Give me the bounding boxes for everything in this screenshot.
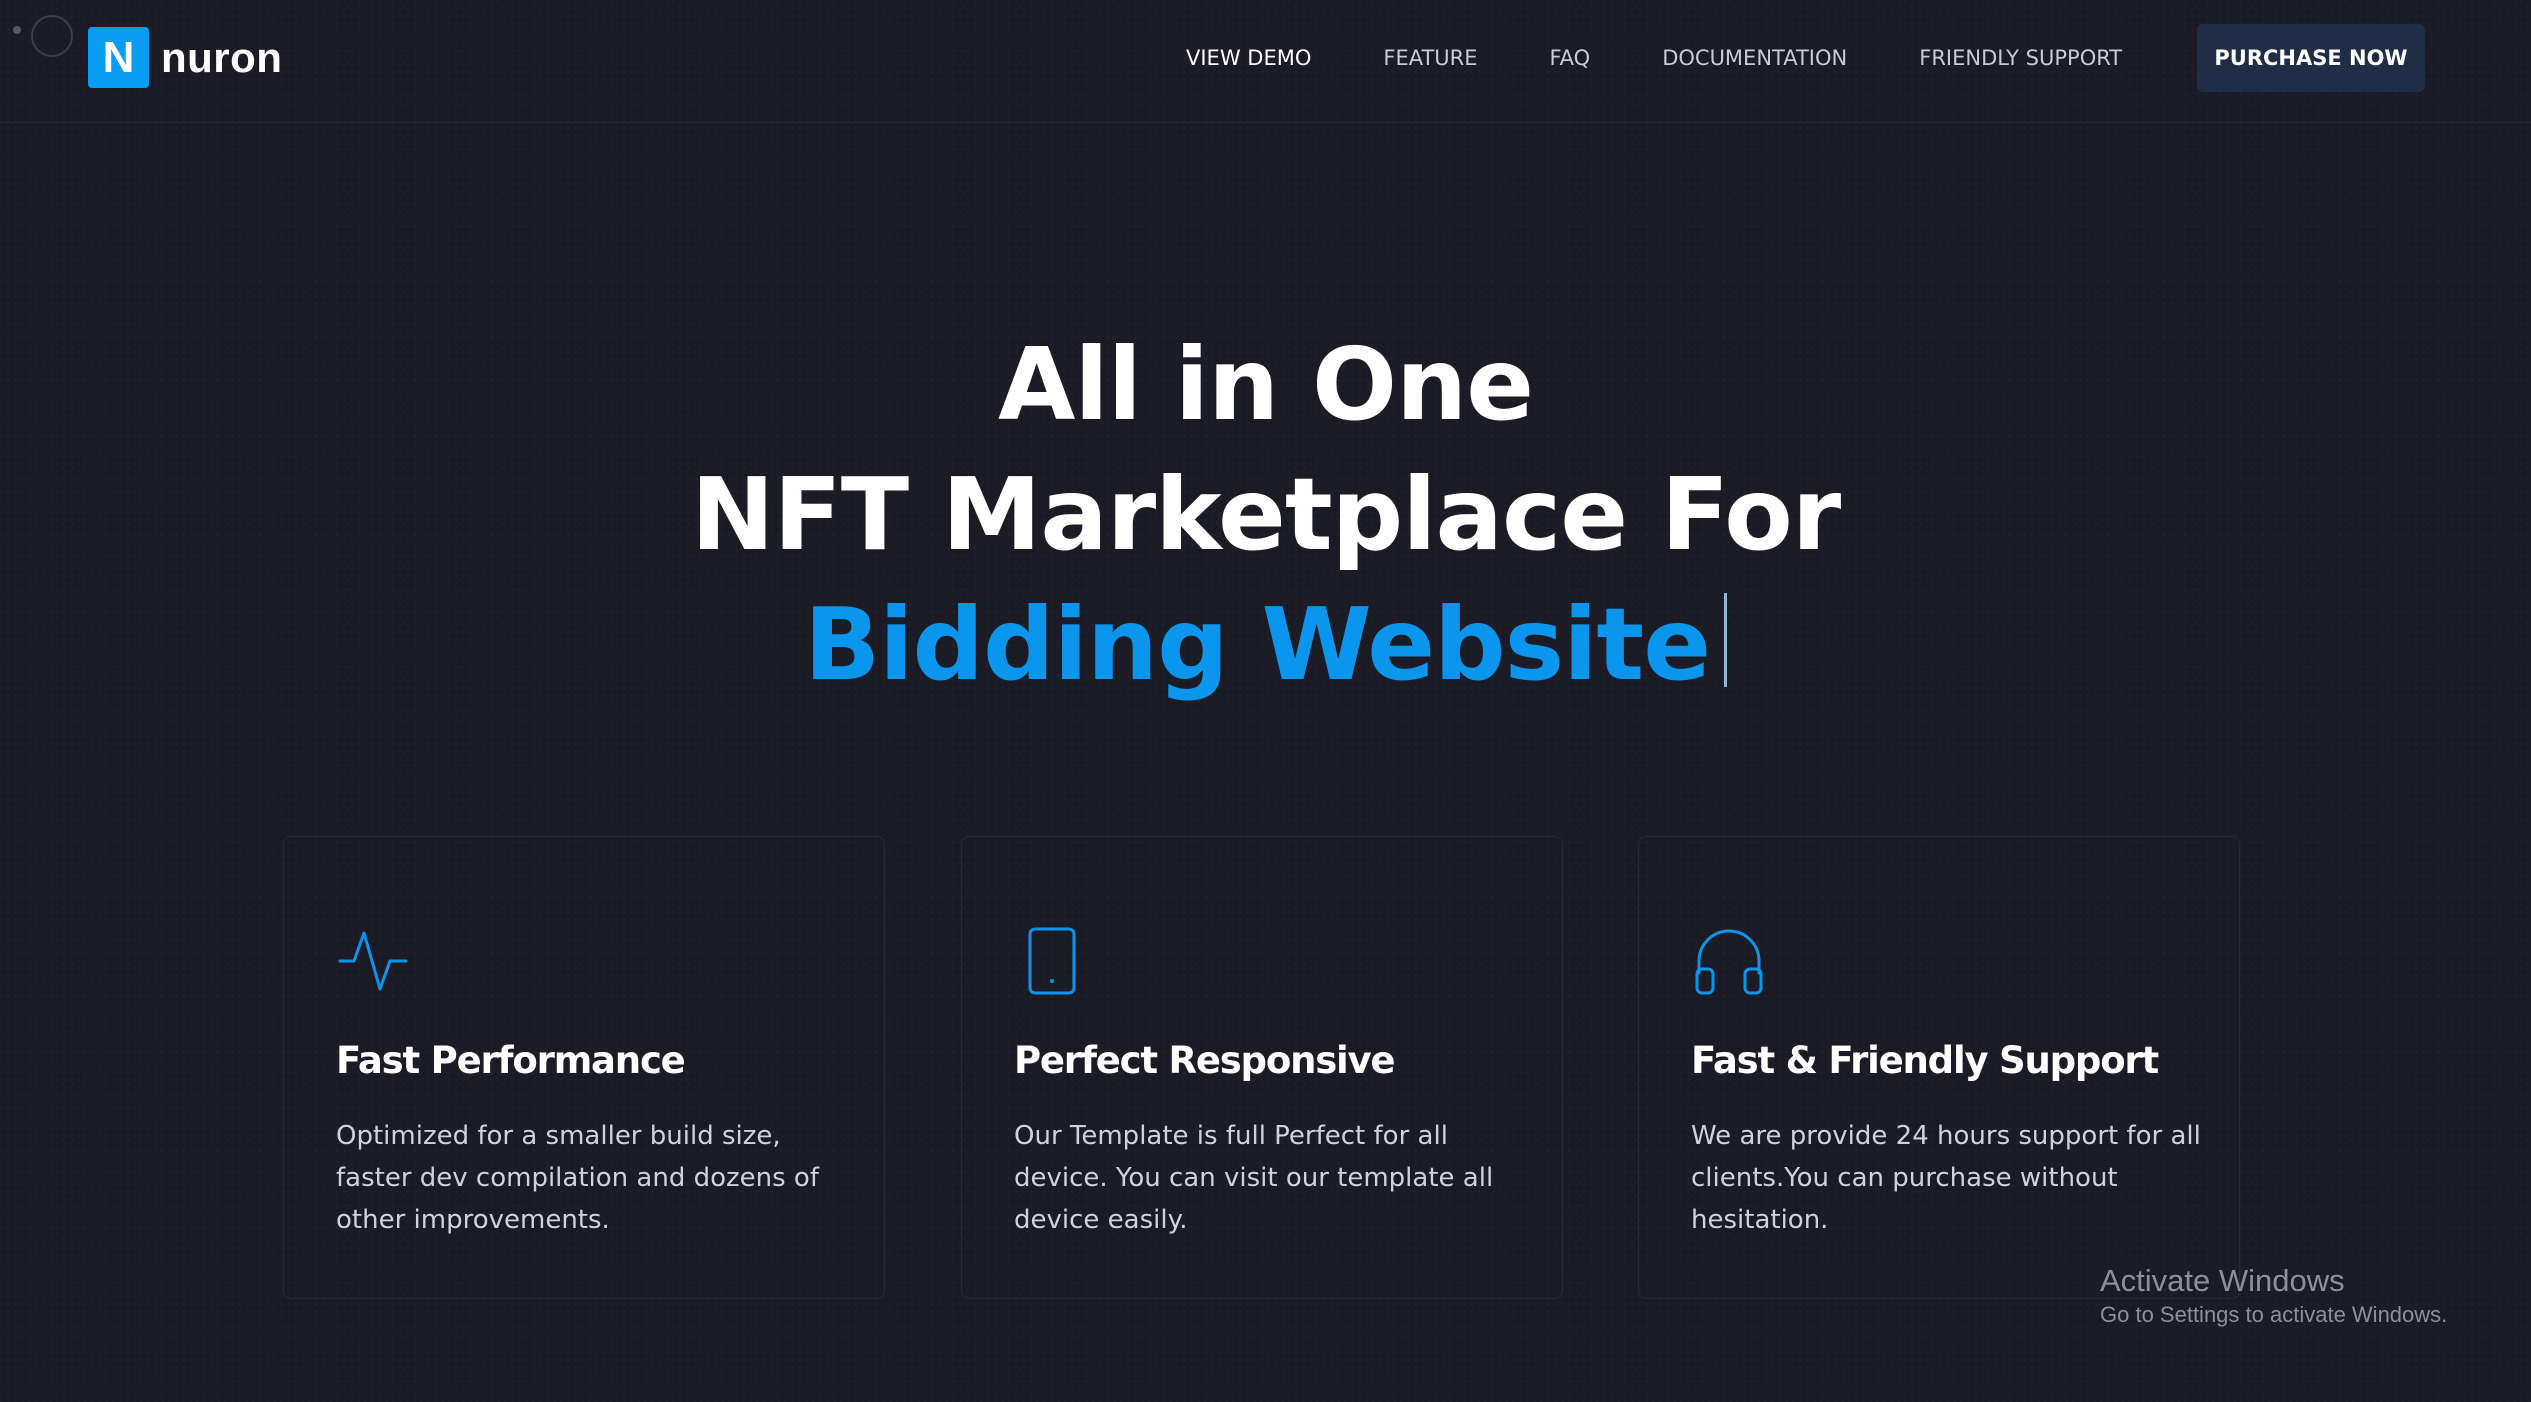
nav-item-faq[interactable]: FAQ bbox=[1550, 46, 1591, 70]
activity-icon bbox=[338, 931, 408, 991]
activate-title: Activate Windows bbox=[2100, 1263, 2345, 1298]
site-header: N nuron VIEW DEMO FEATURE FAQ DOCUMENTAT… bbox=[0, 0, 2531, 123]
activate-subtitle: Go to Settings to activate Windows. bbox=[2100, 1302, 2448, 1327]
hero-title-line-2: NFT Marketplace For bbox=[690, 456, 1841, 573]
feature-card-perfect-responsive: Perfect Responsive Our Template is full … bbox=[961, 836, 1563, 1299]
purchase-now-button[interactable]: PURCHASE NOW bbox=[2197, 24, 2425, 92]
brand-name: nuron bbox=[161, 33, 283, 81]
nav-item-view-demo[interactable]: VIEW DEMO bbox=[1186, 46, 1311, 70]
feature-card-fast-performance: Fast Performance Optimized for a smaller… bbox=[283, 836, 885, 1299]
cursor-dot bbox=[13, 26, 21, 34]
nav-item-documentation[interactable]: DOCUMENTATION bbox=[1662, 46, 1847, 70]
windows-activation-watermark: Activate Windows Go to Settings to activ… bbox=[2100, 1262, 2447, 1330]
headphones-icon bbox=[1695, 929, 1763, 995]
nav-item-feature[interactable]: FEATURE bbox=[1383, 46, 1477, 70]
main-nav: VIEW DEMO FEATURE FAQ DOCUMENTATION FRIE… bbox=[1186, 24, 2194, 92]
hero-section: All in One NFT Marketplace For Bidding W… bbox=[0, 320, 2531, 710]
feature-description: Optimized for a smaller build size, fast… bbox=[336, 1121, 819, 1235]
feature-title: Fast & Friendly Support bbox=[1691, 1039, 2159, 1082]
feature-description: We are provide 24 hours support for all … bbox=[1691, 1121, 2201, 1235]
nav-item-friendly-support[interactable]: FRIENDLY SUPPORT bbox=[1919, 46, 2122, 70]
brand-logo[interactable]: N nuron bbox=[88, 27, 282, 88]
tablet-icon bbox=[1028, 927, 1076, 995]
feature-title: Fast Performance bbox=[336, 1039, 686, 1082]
hero-title-line-3: Bidding Website bbox=[0, 580, 2531, 710]
logo-mark-icon: N bbox=[88, 27, 149, 88]
feature-title: Perfect Responsive bbox=[1014, 1039, 1396, 1082]
typing-caret bbox=[1724, 593, 1728, 687]
hero-title-line-1: All in One bbox=[997, 326, 1534, 443]
cursor-ring bbox=[31, 15, 73, 57]
feature-description: Our Template is full Perfect for all dev… bbox=[1014, 1121, 1494, 1235]
feature-card-friendly-support: Fast & Friendly Support We are provide 2… bbox=[1638, 836, 2240, 1299]
hero-accent-text: Bidding Website bbox=[803, 586, 1711, 703]
